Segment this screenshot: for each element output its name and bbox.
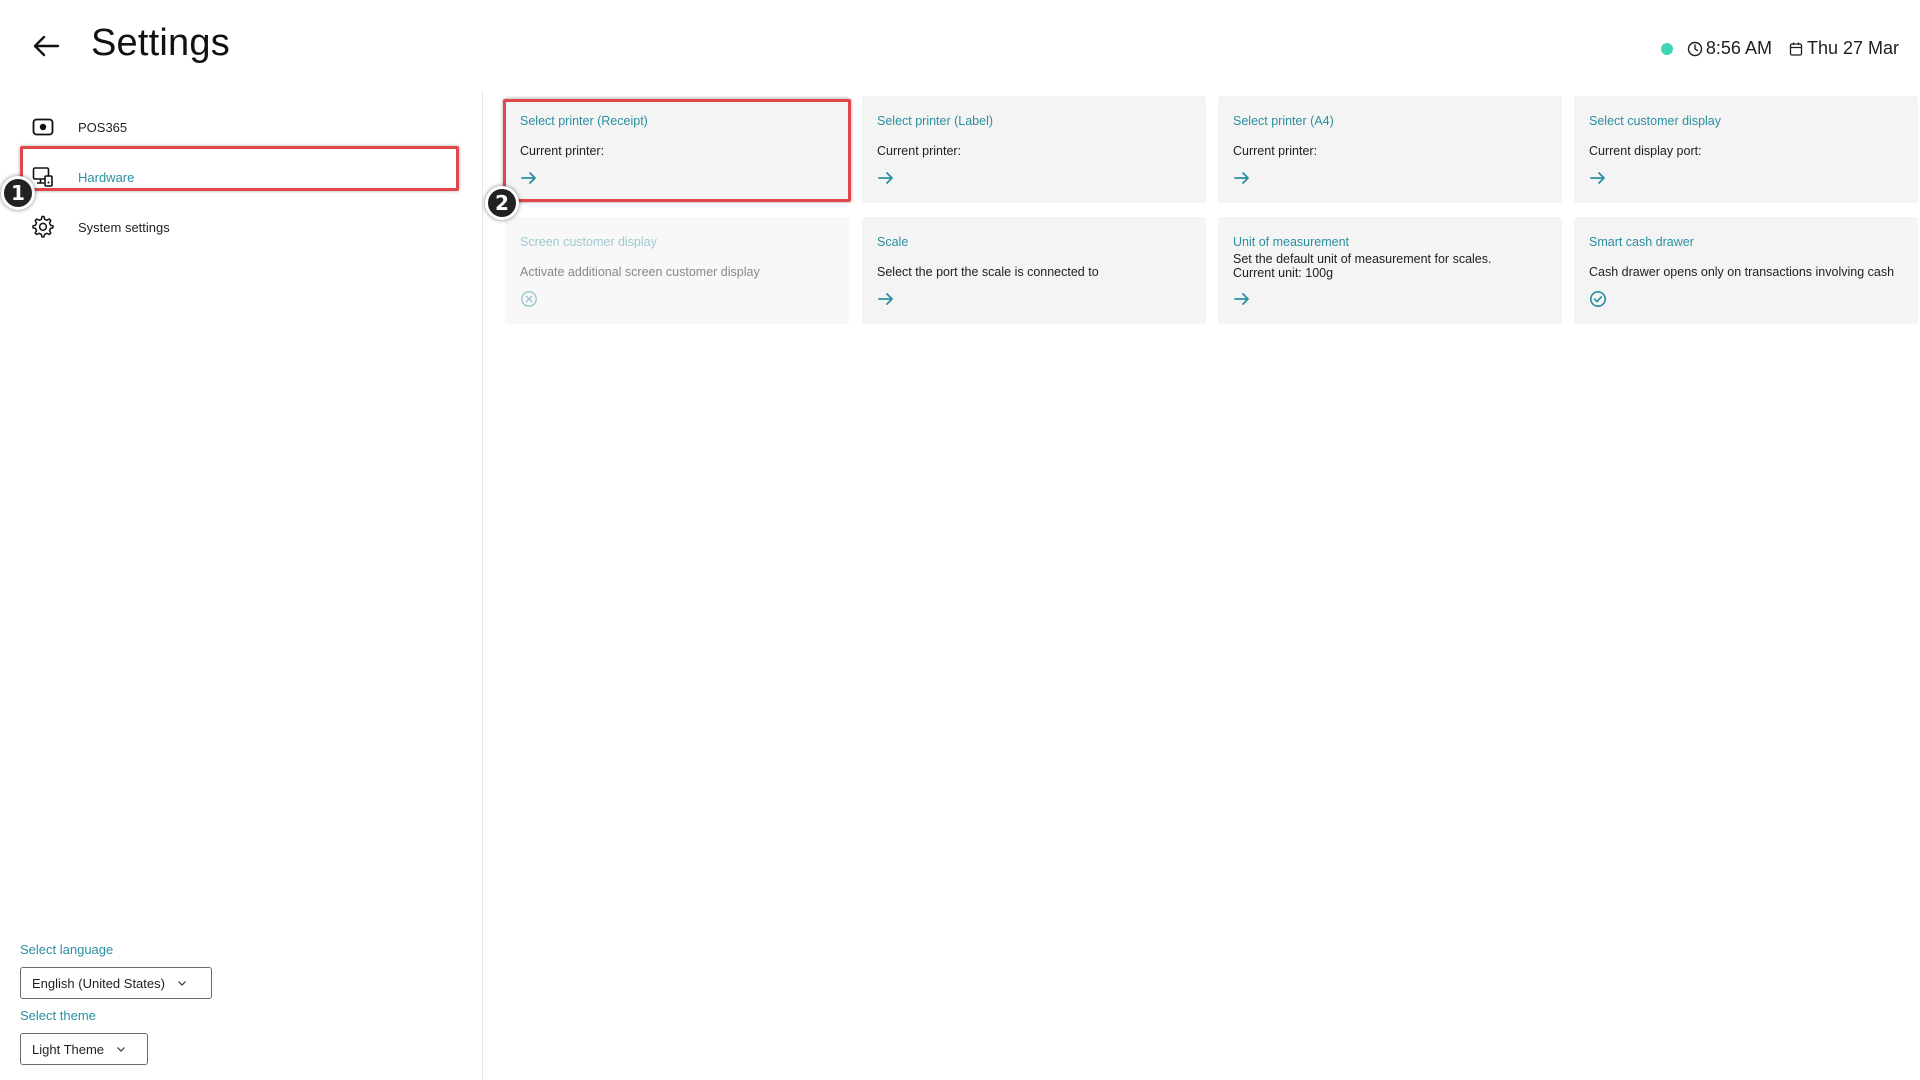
theme-value: Light Theme: [32, 1041, 105, 1057]
card-title: Select printer (Label): [877, 114, 994, 128]
connection-status-dot: [1660, 42, 1673, 55]
arrow-right-icon: [1233, 290, 1251, 308]
card-title: Select customer display: [1589, 114, 1722, 128]
sidebar-item-hardware[interactable]: Hardware: [20, 154, 459, 200]
language-value: English (United States): [32, 975, 165, 991]
card-description: Current printer:: [520, 144, 605, 158]
arrow-right-icon: [877, 169, 895, 187]
card-description-line: Current unit: 100g: [1233, 266, 1334, 280]
pos-device-icon: [30, 114, 56, 140]
language-label: Select language: [20, 942, 114, 957]
arrow-right-icon: [1589, 169, 1607, 187]
page-title: Settings: [91, 22, 230, 64]
sidebar-item-label: POS365: [78, 119, 128, 135]
arrow-right-icon: [1233, 169, 1251, 187]
current-date: Thu 27 Mar: [1806, 38, 1899, 58]
clock-icon: [1687, 41, 1703, 57]
card-description: Select the port the scale is connected t…: [877, 265, 1099, 279]
current-time: 8:56 AM: [1705, 38, 1772, 58]
card-description: Cash drawer opens only on transactions i…: [1589, 265, 1895, 279]
card-description: Activate additional screen customer disp…: [520, 265, 760, 279]
calendar-icon: [1788, 41, 1804, 57]
sidebar-item-label: System settings: [78, 219, 170, 235]
theme-label: Select theme: [20, 1008, 96, 1023]
arrow-right-icon: [877, 290, 895, 308]
gear-icon: [30, 214, 56, 240]
back-button[interactable]: [26, 28, 66, 64]
header: Settings 8:56 AM Thu 27 Mar: [0, 0, 1920, 90]
card-select-printer-label[interactable]: Select printer (Label) Current printer:: [862, 96, 1206, 203]
card-smart-cash-drawer[interactable]: Smart cash drawer Cash drawer opens only…: [1574, 217, 1918, 324]
arrow-right-icon: [520, 169, 538, 187]
chevron-down-icon: [116, 1044, 126, 1054]
sidebar-item-system-settings[interactable]: System settings: [20, 204, 459, 250]
card-title: Unit of measurement: [1233, 235, 1350, 249]
card-title: Smart cash drawer: [1589, 235, 1694, 249]
x-circle-icon[interactable]: [520, 290, 538, 308]
card-description: Current printer:: [877, 144, 962, 158]
card-title: Select printer (Receipt): [520, 114, 648, 128]
status-area: 8:56 AM Thu 27 Mar: [1660, 38, 1899, 59]
sidebar: POS365 Hardware System settings Select l…: [0, 90, 483, 1080]
theme-select[interactable]: Light Theme: [20, 1033, 148, 1065]
card-unit-of-measurement[interactable]: Unit of measurement Set the default unit…: [1218, 217, 1562, 324]
card-scale[interactable]: Scale Select the port the scale is conne…: [862, 217, 1206, 324]
card-select-printer-a4[interactable]: Select printer (A4) Current printer:: [1218, 96, 1562, 203]
card-description: Set the default unit of measurement for …: [1233, 252, 1550, 280]
language-select[interactable]: English (United States): [20, 967, 212, 999]
arrow-left-icon: [33, 35, 60, 57]
card-title: Scale: [877, 235, 909, 249]
card-description: Current printer:: [1233, 144, 1318, 158]
chevron-down-icon: [177, 978, 187, 988]
card-select-printer-receipt[interactable]: Select printer (Receipt) Current printer…: [505, 96, 849, 203]
card-description: Current display port:: [1589, 144, 1702, 158]
card-description-line: Set the default unit of measurement for …: [1233, 252, 1492, 266]
sidebar-item-pos365[interactable]: POS365: [20, 104, 459, 150]
card-title: Select printer (A4): [1233, 114, 1334, 128]
card-select-customer-display[interactable]: Select customer display Current display …: [1574, 96, 1918, 203]
card-screen-customer-display: Screen customer display Activate additio…: [505, 217, 849, 324]
card-title: Screen customer display: [520, 235, 657, 249]
step-badge-1: 1: [1, 176, 35, 210]
sidebar-item-label: Hardware: [78, 169, 135, 185]
step-badge-2: 2: [485, 186, 519, 220]
check-circle-icon[interactable]: [1589, 290, 1607, 308]
